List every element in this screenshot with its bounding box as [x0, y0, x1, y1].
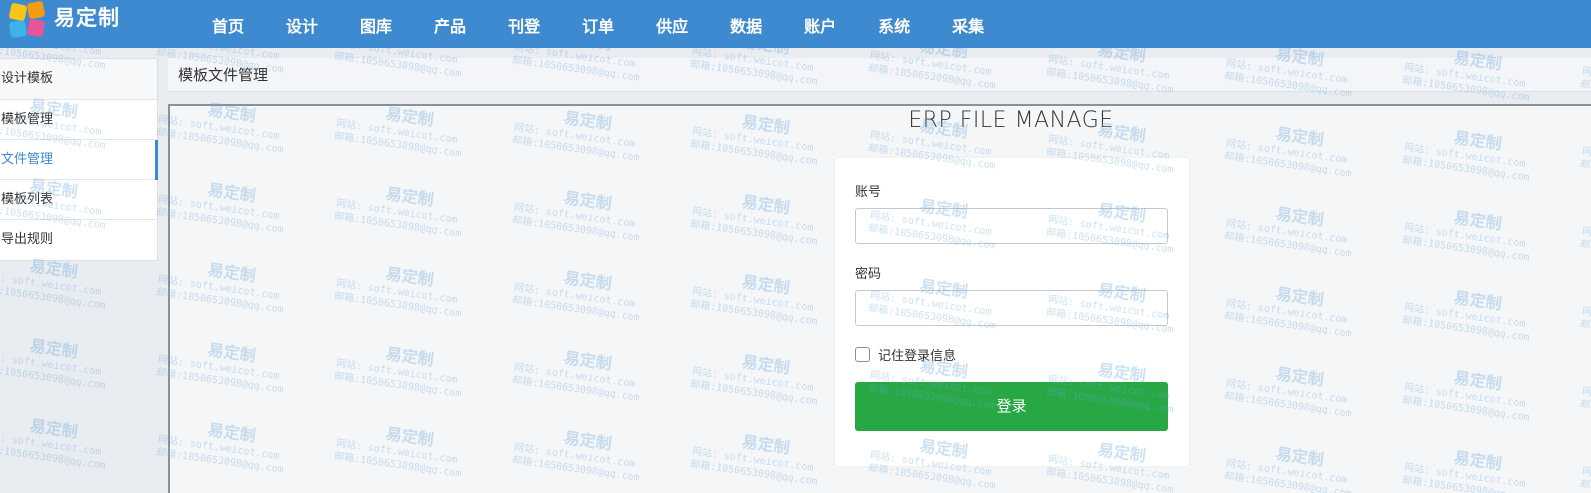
nav-item-collect[interactable]: 采集 [952, 13, 984, 37]
page-title: 模板文件管理 [178, 66, 269, 84]
password-label: 密码 [855, 267, 882, 282]
login-card: 账号 密码 记住登录信息 登录 [835, 158, 1189, 466]
login-button[interactable]: 登录 [855, 382, 1168, 431]
main-nav: 首页 设计 图库 产品 刊登 订单 供应 数据 账户 系统 采集 [212, 13, 1026, 37]
brand-logo[interactable]: 易定制 [8, 0, 120, 40]
brand-name: 易定制 [54, 6, 120, 30]
sidebar-item-export-rules[interactable]: 导出规则 [0, 220, 157, 260]
password-input[interactable] [855, 290, 1168, 326]
watermark: 易定制网站: soft.weicot.com邮箱:1050653098@qq.c… [0, 335, 107, 392]
sidebar: 设计模板 模板管理 文件管理 模板列表 导出规则 [0, 58, 158, 261]
logo-icon [8, 0, 48, 39]
top-navbar: 易定制 首页 设计 图库 产品 刊登 订单 供应 数据 账户 系统 采集 [0, 0, 1591, 48]
nav-item-system[interactable]: 系统 [878, 13, 910, 37]
nav-item-orders[interactable]: 订单 [582, 13, 614, 37]
sidebar-title: 设计模板 [0, 59, 157, 100]
remember-checkbox[interactable] [855, 347, 870, 362]
nav-item-listing[interactable]: 刊登 [508, 13, 540, 37]
nav-item-home[interactable]: 首页 [212, 13, 244, 37]
watermark: 易定制网站: soft.weicot.com邮箱:1050653098@qq.c… [0, 415, 107, 472]
sidebar-item-file-manage[interactable]: 文件管理 [0, 140, 158, 180]
remember-label[interactable]: 记住登录信息 [878, 345, 956, 364]
nav-item-data[interactable]: 数据 [730, 13, 762, 37]
nav-item-gallery[interactable]: 图库 [360, 13, 392, 37]
sidebar-item-template-list[interactable]: 模板列表 [0, 180, 157, 220]
account-label: 账号 [855, 185, 882, 200]
account-input[interactable] [855, 208, 1168, 244]
main-header: 模板文件管理 [168, 58, 1591, 92]
nav-item-supply[interactable]: 供应 [656, 13, 688, 37]
nav-item-design[interactable]: 设计 [286, 13, 318, 37]
nav-item-account[interactable]: 账户 [804, 13, 836, 37]
login-heading: ERP FILE MANAGE [908, 108, 1114, 133]
nav-item-products[interactable]: 产品 [434, 13, 466, 37]
